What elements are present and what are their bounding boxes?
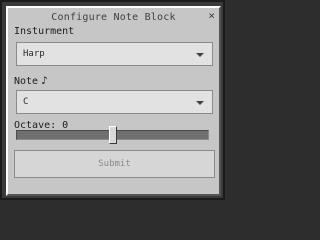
chevron-down-icon	[196, 53, 204, 57]
note-dropdown[interactable]: C	[16, 90, 213, 114]
instrument-value: Harp	[23, 49, 45, 59]
submit-button[interactable]: Submit	[14, 150, 215, 178]
note-value: C	[23, 97, 29, 107]
note-label-row: Note ♪	[14, 74, 48, 87]
instrument-label: Insturment	[14, 26, 75, 37]
chevron-down-icon	[196, 101, 204, 105]
music-note-icon: ♪	[41, 74, 48, 87]
close-icon[interactable]: ×	[208, 10, 215, 22]
dialog-title: Configure Note Block	[51, 12, 176, 23]
configure-note-block-dialog: Configure Note Block × Insturment Harp N…	[0, 0, 225, 200]
octave-slider-thumb[interactable]	[108, 126, 117, 144]
note-label: Note	[14, 76, 39, 87]
instrument-dropdown[interactable]: Harp	[16, 42, 213, 66]
